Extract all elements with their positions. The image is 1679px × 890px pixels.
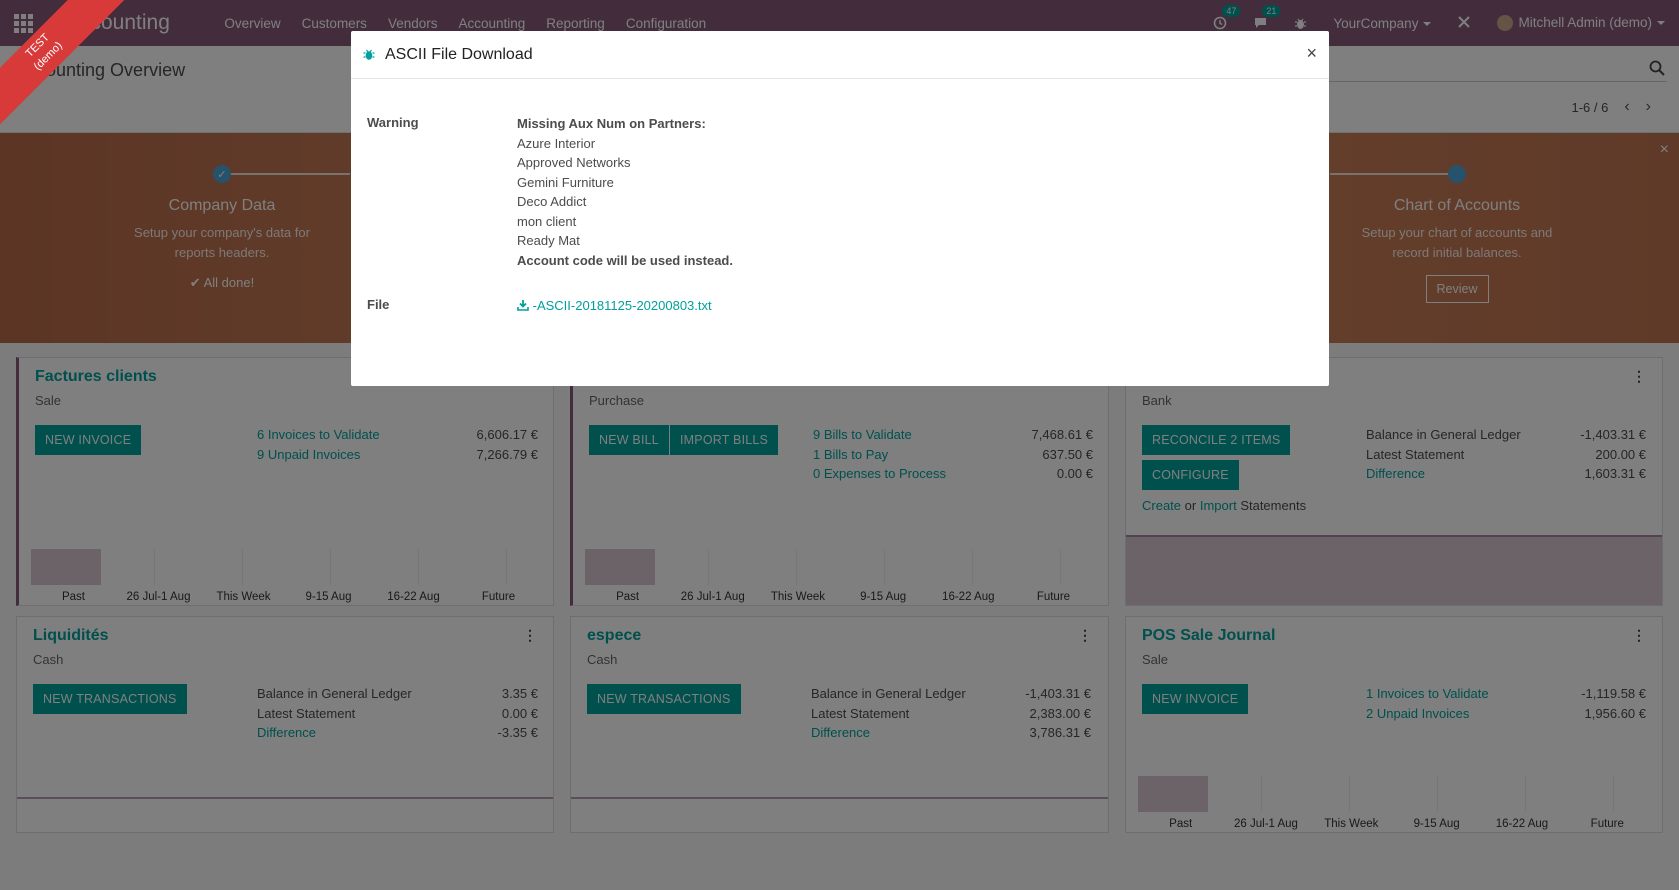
warning-value: Missing Aux Num on Partners: Azure Inter… xyxy=(517,114,733,270)
warning-footer: Account code will be used instead. xyxy=(517,252,733,268)
bug-icon xyxy=(363,49,375,60)
modal-header: ASCII File Download xyxy=(351,31,1329,79)
partner-item: Ready Mat xyxy=(517,233,580,248)
warning-heading: Missing Aux Num on Partners: xyxy=(517,116,706,131)
file-download-link[interactable]: -ASCII-20181125-20200803.txt xyxy=(517,296,712,316)
download-icon xyxy=(517,300,529,311)
modal-title: ASCII File Download xyxy=(385,45,533,63)
partner-item: mon client xyxy=(517,213,577,229)
file-label: File xyxy=(367,297,390,312)
partner-item: Azure Interior xyxy=(517,135,596,151)
partner-item: Deco Addict xyxy=(517,194,587,209)
close-icon[interactable]: × xyxy=(1306,43,1317,64)
partner-item: Gemini Furniture xyxy=(517,174,614,190)
warning-label: Warning xyxy=(367,115,419,130)
ascii-download-dialog: ASCII File Download × Warning Missing Au… xyxy=(351,31,1329,386)
file-name[interactable]: -ASCII-20181125-20200803.txt xyxy=(533,298,712,313)
partner-item: Approved Networks xyxy=(517,155,631,170)
